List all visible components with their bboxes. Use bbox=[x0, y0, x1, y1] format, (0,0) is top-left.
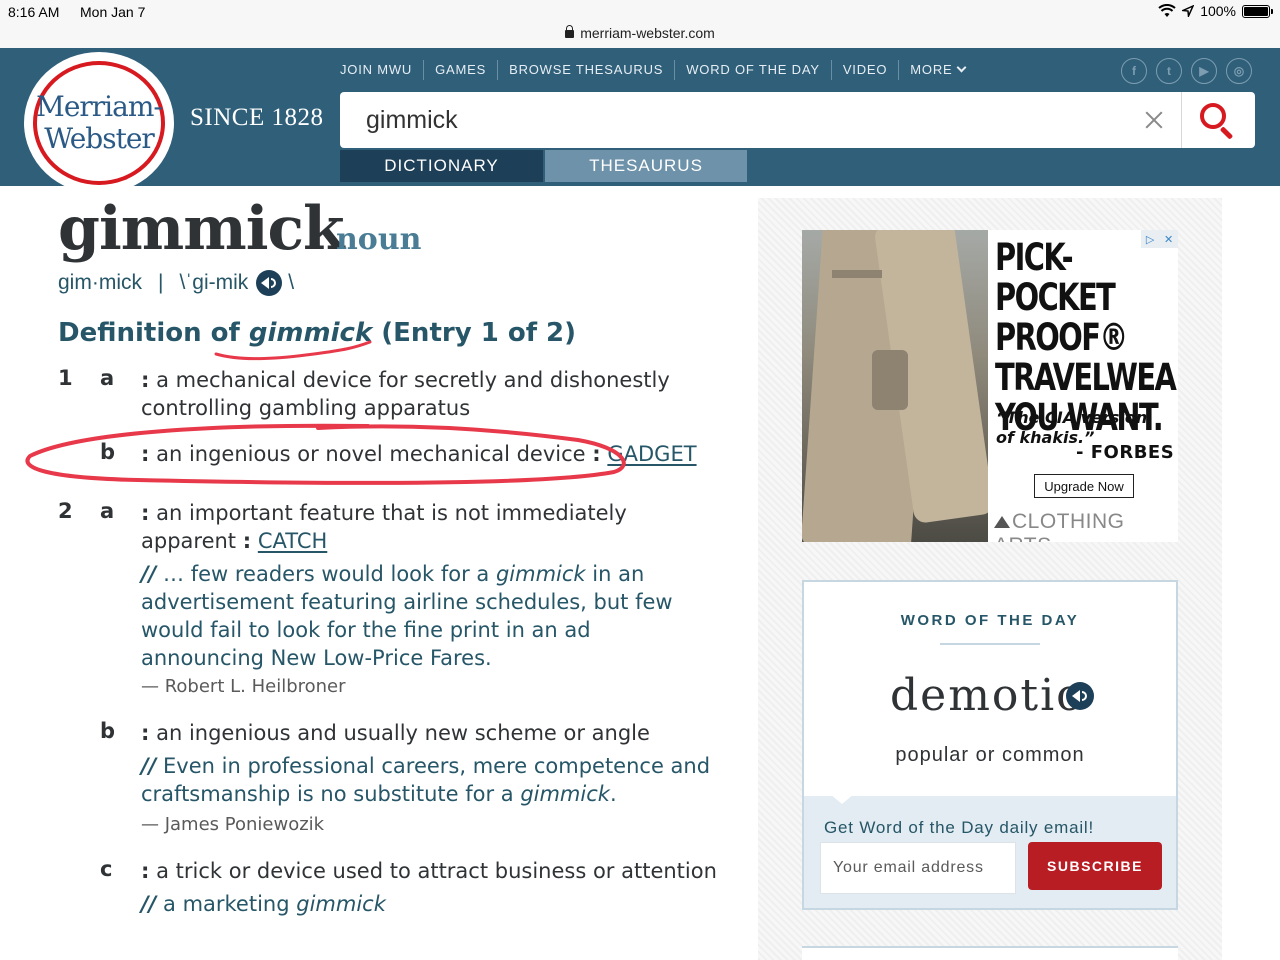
wotd-notch bbox=[830, 794, 854, 804]
ad-upgrade-button[interactable]: Upgrade Now bbox=[1034, 474, 1134, 498]
part-of-speech[interactable]: noun bbox=[336, 222, 421, 257]
ad-brand: CLOTHING ARTS bbox=[994, 510, 1178, 542]
pronunciation-close: \ bbox=[288, 271, 295, 294]
wotd-divider bbox=[940, 643, 1040, 645]
ad-photo-khakis bbox=[802, 230, 988, 542]
chevron-down-icon bbox=[957, 62, 967, 73]
nav-more-label: MORE bbox=[910, 62, 953, 77]
status-time: 8:16 AM bbox=[8, 4, 60, 20]
wotd-audio-icon[interactable] bbox=[1066, 682, 1094, 710]
instagram-icon[interactable]: ◎ bbox=[1226, 58, 1252, 84]
nav-word-of-the-day[interactable]: WORD OF THE DAY bbox=[674, 60, 831, 80]
nav-more[interactable]: MORE bbox=[898, 60, 976, 80]
wifi-icon bbox=[1158, 4, 1176, 17]
sense-letter-1a: a bbox=[100, 366, 115, 390]
xref-catch[interactable]: CATCH bbox=[258, 529, 327, 553]
nav-browse-thesaurus[interactable]: BROWSE THESAURUS bbox=[497, 60, 674, 80]
search-icon bbox=[1200, 103, 1226, 129]
search-input[interactable] bbox=[340, 92, 1180, 148]
attribution-2b: — James Poniewozik bbox=[141, 814, 325, 835]
clear-search-icon[interactable] bbox=[1143, 109, 1165, 131]
sense-letter-2a: a bbox=[100, 499, 115, 523]
sidebar-next-card bbox=[802, 946, 1178, 960]
sense-2c: : a trick or device used to attract busi… bbox=[141, 859, 717, 883]
word-of-the-day-card: WORD OF THE DAY demotic popular or commo… bbox=[802, 580, 1178, 910]
tab-dictionary[interactable]: DICTIONARY bbox=[340, 150, 543, 182]
address-bar[interactable]: merriam-webster.com bbox=[0, 25, 1280, 41]
sense-2a: : an important feature that is not immed… bbox=[141, 501, 627, 553]
tab-thesaurus[interactable]: THESAURUS bbox=[545, 150, 747, 182]
nav-video[interactable]: VIDEO bbox=[830, 60, 898, 80]
top-nav: JOIN MWU GAMES BROWSE THESAURUS WORD OF … bbox=[340, 59, 976, 81]
twitter-icon[interactable]: t bbox=[1156, 58, 1182, 84]
subscribe-button[interactable]: SUBSCRIBE bbox=[1028, 842, 1162, 890]
logo-text-webster: Webster bbox=[44, 122, 155, 155]
url-text: merriam-webster.com bbox=[580, 25, 715, 41]
status-indicators: 100% bbox=[1158, 3, 1273, 19]
sense-1a: : a mechanical device for secretly and d… bbox=[141, 368, 670, 420]
red-underline-annotation bbox=[214, 340, 372, 361]
wotd-email-label: Get Word of the Day daily email! bbox=[824, 818, 1094, 837]
red-circle-annotation bbox=[25, 423, 626, 485]
lock-icon bbox=[565, 25, 575, 38]
sense-2b: : an ingenious and usually new scheme or… bbox=[141, 721, 650, 745]
example-2b: // Even in professional careers, mere co… bbox=[141, 754, 711, 806]
nav-join-mwu[interactable]: JOIN MWU bbox=[340, 60, 423, 80]
social-links: f t ▶ ◎ bbox=[1121, 58, 1252, 84]
ad-quote-source: - FORBES bbox=[1076, 442, 1175, 463]
sense-number-1: 1 bbox=[58, 366, 73, 390]
logo-text-merriam: Merriam- bbox=[36, 90, 163, 123]
example-2c: // a marketing gimmick bbox=[141, 892, 386, 916]
search-button[interactable] bbox=[1181, 92, 1255, 148]
facebook-icon[interactable]: f bbox=[1121, 58, 1147, 84]
example-2a: // … few readers would look for a gimmic… bbox=[141, 562, 673, 670]
wotd-word[interactable]: demotic bbox=[890, 670, 1083, 721]
sense-letter-2b: b bbox=[100, 719, 116, 743]
advertisement[interactable]: ▷ ✕ PICK-POCKET PROOF® TRAVELWEAR YOU WAN… bbox=[802, 230, 1178, 542]
status-date: Mon Jan 7 bbox=[80, 4, 146, 20]
sense-letter-2c: c bbox=[100, 857, 113, 881]
merriam-webster-logo[interactable]: Merriam- Webster bbox=[24, 52, 174, 194]
wotd-definition: popular or common bbox=[895, 744, 1085, 766]
audio-play-icon[interactable] bbox=[256, 270, 283, 296]
headword: gimmick bbox=[58, 194, 345, 264]
search-box bbox=[340, 92, 1255, 148]
syllables: gim·mick bbox=[58, 271, 142, 294]
nav-games[interactable]: GAMES bbox=[423, 60, 497, 80]
wotd-label: WORD OF THE DAY bbox=[900, 612, 1080, 629]
location-icon bbox=[1182, 5, 1195, 17]
attribution-2a: — Robert L. Heilbroner bbox=[141, 676, 346, 697]
ios-status-bar: 8:16 AM Mon Jan 7 merriam-webster.com 10… bbox=[0, 0, 1280, 48]
sense-number-2: 2 bbox=[58, 499, 73, 523]
battery-icon bbox=[1242, 4, 1273, 18]
battery-percent: 100% bbox=[1200, 3, 1236, 19]
email-field[interactable] bbox=[820, 842, 1016, 894]
youtube-icon[interactable]: ▶ bbox=[1191, 58, 1217, 84]
since-tagline: SINCE 1828 bbox=[190, 104, 324, 131]
pronunciation-row: gim·mick | \ˈgi-mik \ bbox=[58, 270, 294, 296]
brand-logo-icon bbox=[994, 516, 1010, 528]
pron-separator: | bbox=[158, 271, 164, 294]
pronunciation: \ˈgi-mik bbox=[179, 271, 249, 294]
